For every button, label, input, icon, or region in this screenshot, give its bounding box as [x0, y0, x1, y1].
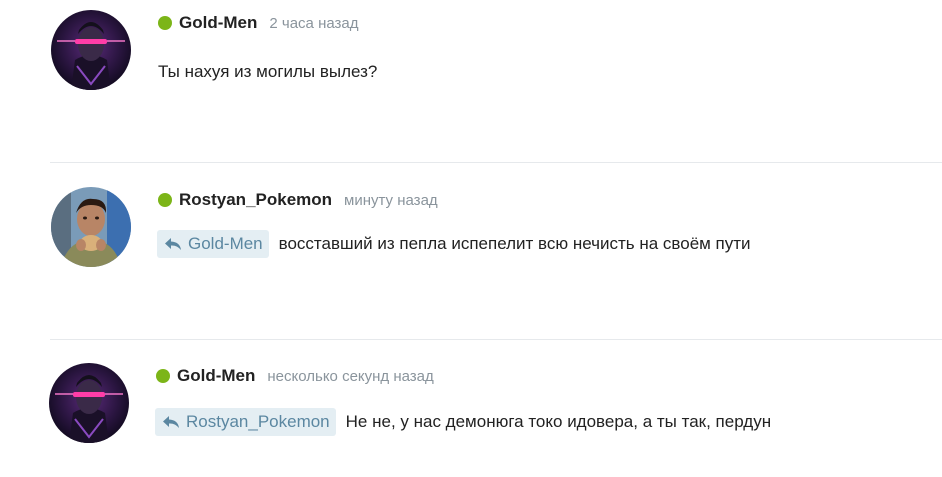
- comment-body: Gold-Men восставший из пепла испепелит в…: [157, 229, 751, 259]
- timestamp[interactable]: 2 часа назад: [269, 15, 358, 32]
- timestamp[interactable]: минуту назад: [344, 192, 438, 209]
- username-link[interactable]: Gold-Men: [179, 13, 257, 33]
- gold-men-avatar-image: [49, 363, 129, 443]
- comment-body: Ты нахуя из могилы вылез?: [158, 60, 377, 84]
- reply-arrow-icon: [161, 414, 181, 430]
- online-status-dot: [158, 16, 172, 30]
- comment-item: Gold-Men несколько секунд назад Rostyan_…: [0, 340, 942, 477]
- comment-meta: Rostyan_Pokemon минуту назад: [158, 190, 438, 210]
- comment-meta: Gold-Men 2 часа назад: [158, 13, 359, 33]
- avatar[interactable]: [51, 10, 131, 90]
- comment-text: восставший из пепла испепелит всю нечист…: [278, 234, 751, 253]
- rostyan-avatar-image: [51, 187, 131, 267]
- reply-arrow-icon: [163, 236, 183, 252]
- reply-to-button[interactable]: Gold-Men: [157, 230, 269, 258]
- avatar[interactable]: [49, 363, 129, 443]
- comment-item: Rostyan_Pokemon минуту назад Gold-Men во…: [0, 163, 942, 339]
- online-status-dot: [158, 193, 172, 207]
- username-link[interactable]: Gold-Men: [177, 366, 255, 386]
- gold-men-avatar-image: [51, 10, 131, 90]
- online-status-dot: [156, 369, 170, 383]
- comment-text: Не не, у нас демонюга токо идовера, а ты…: [345, 412, 772, 431]
- username-link[interactable]: Rostyan_Pokemon: [179, 190, 332, 210]
- avatar[interactable]: [51, 187, 131, 267]
- timestamp[interactable]: несколько секунд назад: [267, 368, 433, 385]
- reply-to-username: Gold-Men: [188, 234, 263, 253]
- comment-item: Gold-Men 2 часа назад Ты нахуя из могилы…: [0, 0, 942, 162]
- comment-body: Rostyan_Pokemon Не не, у нас демонюга то…: [155, 407, 771, 437]
- comment-text: Ты нахуя из могилы вылез?: [158, 62, 378, 81]
- reply-to-username: Rostyan_Pokemon: [186, 412, 330, 431]
- reply-to-button[interactable]: Rostyan_Pokemon: [155, 408, 336, 436]
- comment-meta: Gold-Men несколько секунд назад: [156, 366, 434, 386]
